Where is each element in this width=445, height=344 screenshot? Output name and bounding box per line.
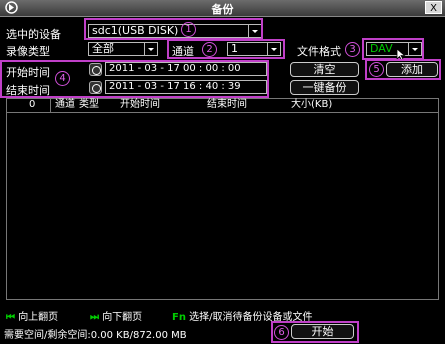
annotation-4: 4 bbox=[55, 71, 70, 86]
start-button[interactable]: 开始 bbox=[291, 324, 354, 339]
record-type-value: 全部 bbox=[92, 42, 114, 55]
channel-label: 通道 bbox=[172, 45, 194, 58]
end-time-input[interactable]: 2011 - 03 - 17 16 : 40 : 39 bbox=[105, 80, 267, 94]
add-button[interactable]: 添加 bbox=[386, 62, 438, 77]
clear-button[interactable]: 清空 bbox=[290, 62, 359, 77]
start-time-label: 开始时间 bbox=[6, 66, 50, 79]
annotation-3: 3 bbox=[345, 42, 360, 57]
column-divider bbox=[50, 99, 51, 113]
file-format-select[interactable]: DAV bbox=[366, 42, 422, 56]
clock-icon[interactable] bbox=[89, 81, 102, 94]
chevron-down-icon[interactable] bbox=[267, 43, 280, 55]
close-button[interactable]: X bbox=[425, 1, 442, 14]
column-header-type: 类型 bbox=[79, 99, 99, 110]
backup-file-table[interactable]: 0 通道 类型 开始时间 结束时间 大小(KB) bbox=[6, 98, 439, 300]
window-title: 备份 bbox=[211, 3, 234, 16]
device-label: 选中的设备 bbox=[6, 28, 61, 41]
one-click-backup-button[interactable]: 一键备份 bbox=[290, 80, 359, 95]
header-divider bbox=[7, 112, 438, 113]
column-header-channel: 通道 bbox=[55, 99, 75, 110]
page-up-label: 向上翻页 bbox=[18, 312, 59, 323]
annotation-6: 6 bbox=[274, 325, 289, 340]
fn-key-icon: Fn bbox=[172, 312, 186, 323]
annotation-2: 2 bbox=[202, 42, 217, 57]
record-type-select[interactable]: 全部 bbox=[88, 42, 158, 56]
page-down-hint: ⏭ 向下翻页 bbox=[90, 308, 142, 323]
column-header-size: 大小(KB) bbox=[291, 99, 333, 110]
file-count: 0 bbox=[29, 99, 36, 110]
page-up-hint: ⏮ 向上翻页 bbox=[6, 308, 58, 323]
column-header-end-time: 结束时间 bbox=[207, 99, 247, 110]
highlight-box-1 bbox=[84, 18, 263, 40]
record-type-label: 录像类型 bbox=[6, 45, 50, 58]
space-status: 需要空间/剩余空间:0.00 KB/872.00 MB bbox=[4, 330, 187, 341]
file-format-label: 文件格式 bbox=[297, 45, 341, 58]
annotation-1: 1 bbox=[181, 22, 196, 37]
title-bar: 备份 X bbox=[0, 0, 445, 17]
page-down-key-icon: ⏭ bbox=[90, 312, 99, 323]
column-header-start-time: 开始时间 bbox=[120, 99, 160, 110]
clock-icon[interactable] bbox=[89, 63, 102, 76]
annotation-5: 5 bbox=[369, 62, 384, 77]
channel-select[interactable]: 1 bbox=[227, 42, 281, 56]
chevron-down-icon[interactable] bbox=[408, 43, 421, 55]
end-time-label: 结束时间 bbox=[6, 84, 50, 97]
page-down-label: 向下翻页 bbox=[102, 312, 143, 323]
chevron-down-icon[interactable] bbox=[144, 43, 157, 55]
file-format-value: DAV bbox=[370, 42, 393, 55]
page-up-key-icon: ⏮ bbox=[6, 312, 15, 323]
channel-value: 1 bbox=[231, 42, 238, 55]
start-time-input[interactable]: 2011 - 03 - 17 00 : 00 : 00 bbox=[105, 62, 267, 76]
